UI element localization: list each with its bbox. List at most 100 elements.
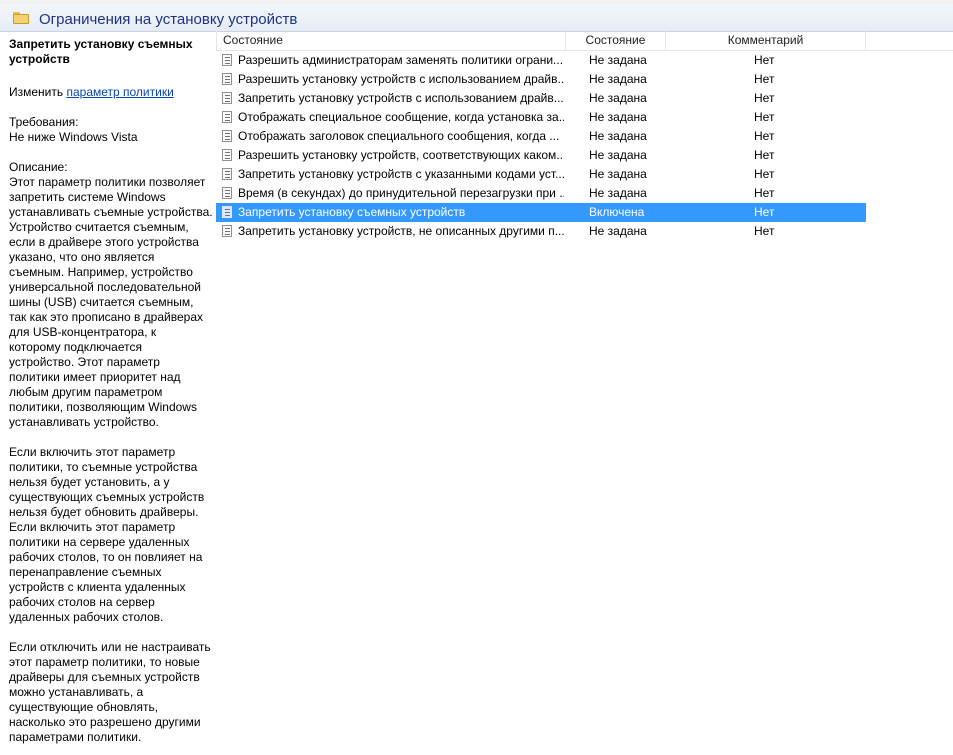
policy-state: Не задана [589, 148, 647, 162]
policy-state: Не задана [589, 53, 647, 67]
edit-policy-line: Изменить параметр политики [9, 85, 214, 100]
description-line: если в драйвере этого устройства [9, 235, 199, 249]
description-line: нельзя будет обновить драйверы. [9, 505, 199, 519]
policy-state: Не задана [589, 186, 647, 200]
policy-comment: Нет [754, 91, 775, 105]
policy-state: Не задана [589, 224, 647, 238]
policy-setting-icon [222, 73, 232, 85]
policy-name: Разрешить установку устройств с использо… [238, 72, 564, 86]
description-line: политики, то съемные устройства [9, 460, 198, 474]
description-line: политики имеет приоритет над [9, 370, 181, 384]
description-line: устройство. Этот параметр [9, 355, 160, 369]
policy-name: Запретить установку устройств, не описан… [238, 224, 564, 238]
description-line: запретить системе Windows [9, 190, 166, 204]
policy-comment: Нет [754, 110, 775, 124]
policy-comment: Нет [754, 53, 775, 67]
description-line: Этот параметр политики позволяет [9, 175, 206, 189]
column-header-comment[interactable]: Комментарий [666, 31, 866, 50]
table-row[interactable]: Запретить установку устройств с использо… [216, 89, 953, 108]
policy-name: Разрешить администраторам заменять полит… [238, 53, 564, 67]
policy-setting-icon [222, 187, 232, 199]
description-line: указано, что оно является [9, 250, 155, 264]
header-bar: Ограничения на установку устройств [0, 4, 953, 32]
table-row[interactable]: Запретить установку устройств с указанны… [216, 165, 953, 184]
description-disable-text: Если отключить или не настраивать этот па… [9, 640, 214, 745]
requirements-value: Не ниже Windows Vista [9, 130, 138, 144]
description-line: насколько это разрешено другими [9, 715, 201, 729]
description-line: Если включить этот параметр [9, 445, 176, 459]
description-line: параметрами политики. [9, 730, 142, 744]
description-line: нельзя будет установить, а у [9, 475, 170, 489]
description-line: так как это прописано в драйверах [9, 310, 203, 324]
policy-state: Не задана [589, 129, 647, 143]
policy-setting-icon [222, 168, 232, 180]
description-line: удаленных рабочих столов. [9, 610, 164, 624]
policy-comment: Нет [754, 72, 775, 86]
policy-comment: Нет [754, 205, 775, 219]
description-line: драйверы для съемных устройств [9, 670, 200, 684]
policy-name: Время (в секундах) до принудительной пер… [238, 186, 564, 200]
description-line: шины (USB) считается съемным, [9, 295, 194, 309]
policy-setting-icon [222, 130, 232, 142]
policy-state: Включена [589, 205, 645, 219]
table-row[interactable]: Время (в секундах) до принудительной пер… [216, 184, 953, 203]
table-row[interactable]: Отображать специальное сообщение, когда … [216, 108, 953, 127]
edit-policy-link[interactable]: параметр политики [66, 85, 173, 99]
policy-state: Не задана [589, 167, 647, 181]
policy-setting-icon [222, 54, 232, 66]
description-line: Если включить этот параметр [9, 520, 176, 534]
description-line: политики на сервере удаленных [9, 535, 190, 549]
policy-name: Отображать заголовок специального сообще… [238, 129, 560, 143]
policy-state: Не задана [589, 110, 647, 124]
description-line: которому подключается [9, 340, 142, 354]
policy-name: Запретить установку съемных устройств [238, 205, 466, 219]
list-header: Состояние Состояние Комментарий [216, 31, 953, 51]
description-line: Если отключить или не настраивать [9, 640, 211, 654]
description-line: рабочих столов на сервер [9, 595, 155, 609]
description-label: Описание: [9, 160, 68, 174]
table-row[interactable]: Разрешить администраторам заменять полит… [216, 51, 953, 70]
policy-setting-icon [222, 149, 232, 161]
edit-prefix: Изменить [9, 85, 67, 99]
policy-state: Не задана [589, 72, 647, 86]
policy-name: Разрешить установку устройств, соответст… [238, 148, 564, 162]
description-line: устанавливать устройство. [9, 415, 159, 429]
description-line: универсальной последовательной [9, 280, 201, 294]
policy-setting-icon [222, 92, 232, 104]
policy-title: Запретить установку съемных устройств [9, 37, 193, 66]
policy-state: Не задана [589, 91, 647, 105]
policy-setting-icon [222, 206, 232, 218]
description-line: существующих съемных устройств [9, 490, 205, 504]
description-line: съемным. Например, устройство [9, 265, 193, 279]
description-line: этот параметр политики, то новые [9, 655, 200, 669]
description-line: Устройство считается съемным, [9, 220, 189, 234]
description-line: рабочих столов, то он повлияет на [9, 550, 203, 564]
list-body: Разрешить администраторам заменять полит… [216, 51, 953, 241]
policy-setting-icon [222, 111, 232, 123]
table-row[interactable]: Разрешить установку устройств, соответст… [216, 146, 953, 165]
policy-comment: Нет [754, 186, 775, 200]
policy-comment: Нет [754, 148, 775, 162]
description-text: Этот параметр политики позволяет запретит… [9, 175, 214, 430]
table-row[interactable]: Запретить установку съемных устройств Вкл… [216, 203, 866, 222]
column-header-state[interactable]: Состояние [566, 31, 666, 50]
description-enable-text: Если включить этот параметр политики, то … [9, 445, 214, 625]
policy-list: Состояние Состояние Комментарий Разрешит… [216, 31, 953, 241]
table-row[interactable]: Запретить установку устройств, не описан… [216, 222, 953, 241]
description-line: существующие обновлять, [9, 700, 159, 714]
policy-comment: Нет [754, 167, 775, 181]
policy-setting-icon [222, 225, 232, 237]
description-line: можно устанавливать, а [9, 685, 144, 699]
description-line: любым другим параметром [9, 385, 163, 399]
policy-name: Запретить установку устройств с использо… [238, 91, 564, 105]
policy-comment: Нет [754, 129, 775, 143]
extended-description-panel: Запретить установку съемных устройств Из… [9, 37, 214, 753]
description-line: для USB-концентратора, к [9, 325, 157, 339]
table-row[interactable]: Отображать заголовок специального сообще… [216, 127, 953, 146]
policy-name: Отображать специальное сообщение, когда … [238, 110, 564, 124]
folder-icon [13, 12, 29, 24]
requirements-label: Требования: [9, 115, 79, 129]
policy-comment: Нет [754, 224, 775, 238]
column-header-setting[interactable]: Состояние [216, 31, 566, 50]
table-row[interactable]: Разрешить установку устройств с использо… [216, 70, 953, 89]
